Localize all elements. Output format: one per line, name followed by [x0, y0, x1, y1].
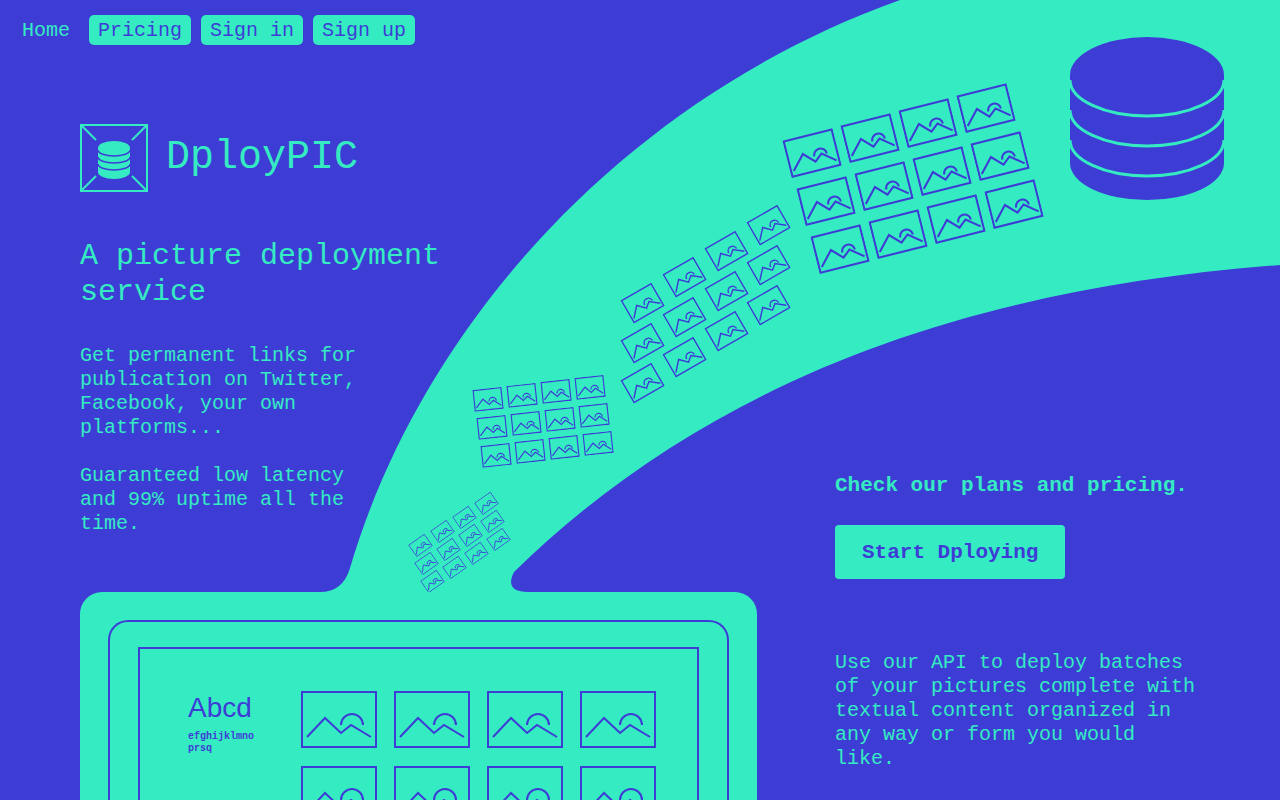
nav-link[interactable]: Home	[13, 15, 79, 45]
brand-name: DployPIC	[166, 134, 358, 182]
picture-icon	[487, 766, 563, 800]
picture-icon	[784, 129, 841, 176]
picture-icon	[663, 298, 705, 337]
picture-icon	[705, 272, 747, 311]
transfer-band	[300, 0, 1280, 600]
picture-icon	[621, 324, 663, 363]
picture-icon	[301, 766, 377, 800]
picture-icon	[870, 210, 927, 257]
picture-icon	[545, 408, 575, 431]
picture-icon	[928, 195, 985, 242]
picture-icon	[747, 246, 789, 285]
picture-icon	[580, 691, 656, 748]
picture-icon	[621, 284, 663, 323]
picture-icon	[621, 364, 663, 403]
picture-icon	[579, 404, 609, 427]
picture-icon	[842, 114, 899, 161]
picture-icon	[812, 225, 869, 272]
nav-link[interactable]: Sign in	[201, 15, 303, 45]
database-icon	[1070, 37, 1224, 200]
hero-paragraph: Get permanent links for publication on T…	[80, 344, 372, 440]
nav-link[interactable]: Pricing	[89, 15, 191, 45]
hero-paragraph: Guaranteed low latency and 99% uptime al…	[80, 464, 372, 536]
picture-icon	[705, 312, 747, 351]
picture-icon	[465, 542, 489, 564]
hero: DployPIC A picture deployment service Ge…	[80, 60, 757, 800]
pricing-link[interactable]: Check our plans and pricing.	[835, 474, 1188, 498]
picture-icon	[421, 570, 445, 592]
picture-icon	[663, 338, 705, 377]
picture-icon	[541, 380, 571, 403]
picture-icon	[481, 444, 511, 467]
monitor-illustration: Abcd efghijklmno prsq	[80, 592, 757, 800]
picture-icon	[583, 432, 613, 455]
call-to-action: Check our plans and pricing. Start Dploy…	[835, 60, 1201, 800]
picture-icon	[443, 556, 467, 578]
picture-icon	[515, 440, 545, 463]
picture-icon	[549, 436, 579, 459]
monitor-screen: Abcd efghijklmno prsq	[138, 647, 699, 800]
picture-icon	[856, 162, 913, 209]
monitor-bezel: Abcd efghijklmno prsq	[108, 620, 729, 800]
picture-icon	[798, 177, 855, 224]
main-content: DployPIC A picture deployment service Ge…	[0, 45, 1280, 800]
picture-icon	[580, 766, 656, 800]
picture-icon	[972, 132, 1029, 179]
start-button[interactable]: Start Dploying	[835, 525, 1065, 579]
api-description: Use our API to deploy batches of your pi…	[835, 651, 1201, 771]
picture-icon	[394, 691, 470, 748]
nav-link[interactable]: Sign up	[313, 15, 415, 45]
picture-icon	[705, 232, 747, 271]
picture-icon	[747, 286, 789, 325]
picture-icon	[914, 147, 971, 194]
picture-icon	[394, 766, 470, 800]
picture-icon	[511, 412, 541, 435]
brand: DployPIC	[80, 124, 757, 192]
picture-icon	[986, 180, 1043, 227]
picture-icon	[487, 691, 563, 748]
picture-icon	[900, 99, 957, 146]
picture-icon	[487, 528, 511, 550]
screen-caption: efghijklmno prsq	[188, 731, 260, 755]
logo-icon	[80, 124, 148, 192]
picture-icon	[958, 84, 1015, 131]
top-nav: Home Pricing Sign in Sign up	[0, 0, 1280, 45]
picture-icon	[747, 206, 789, 245]
screen-headline: Abcd	[188, 691, 278, 725]
hero-title: A picture deployment service	[80, 238, 450, 310]
picture-icon	[477, 416, 507, 439]
picture-icon	[473, 388, 503, 411]
picture-icon	[575, 376, 605, 399]
picture-icon	[663, 258, 705, 297]
landing-page: Home Pricing Sign in Sign up DployPIC A pic…	[0, 0, 1280, 800]
picture-icon	[301, 691, 377, 748]
picture-icon	[507, 384, 537, 407]
